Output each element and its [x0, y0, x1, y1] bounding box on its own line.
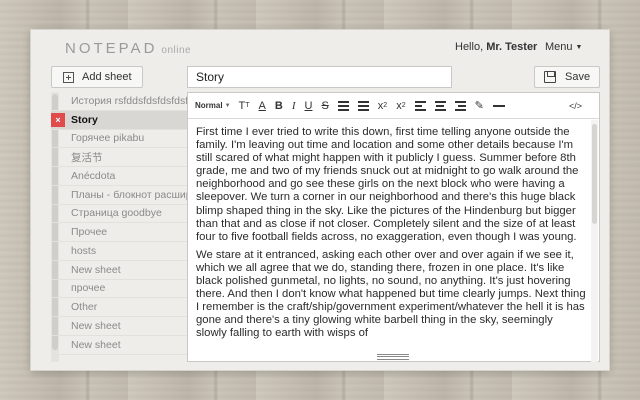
editor-paragraph: First time I ever tried to write this do… [196, 126, 579, 243]
align-left-button[interactable] [414, 98, 426, 114]
sheet-label: Планы - блокнот расшир [71, 188, 188, 201]
unordered-list-icon [357, 100, 369, 111]
sheet-label: Прочее [71, 226, 108, 239]
sheet-label: hosts [71, 244, 97, 257]
editor-paragraph: We stare at it entranced, asking each ot… [196, 248, 586, 340]
ordered-list-icon [337, 100, 349, 111]
highlighter-icon: ✎ [474, 100, 484, 112]
align-center-button[interactable] [434, 98, 446, 114]
sheet-label: Горячее pikabu [71, 132, 145, 145]
sheet-list-item[interactable]: New sheet [51, 317, 188, 336]
sheet-list-item[interactable]: Планы - блокнот расшир [51, 186, 188, 205]
strikethrough-button[interactable]: S [321, 98, 328, 114]
sheet-list-item[interactable]: Страница goodbye [51, 205, 188, 224]
sheet-list-item[interactable]: История rsfddsfdsfdsfdsf [51, 92, 188, 111]
sheet-list-item[interactable]: New sheet [51, 336, 188, 355]
font-size-sub-icon: T [245, 102, 250, 109]
sheet-list: История rsfddsfdsfdsfdsf × Story Горячее pi… [51, 92, 188, 355]
sheet-list-item[interactable]: × Story [51, 110, 188, 130]
bold-icon: B [274, 99, 283, 112]
italic-icon: I [291, 99, 296, 112]
underline-button[interactable]: U [305, 98, 313, 114]
unordered-list-button[interactable] [357, 98, 369, 114]
strikethrough-icon: S [321, 99, 329, 112]
notepad-window: NOTEPAD online Hello, Mr. Tester Menu ▼ Ad… [31, 30, 609, 370]
app-logo: NOTEPAD online [65, 40, 191, 57]
editor-scrollbar[interactable] [591, 120, 598, 362]
sheet-label: Anécdota [71, 169, 116, 182]
sheet-label: New sheet [71, 263, 121, 276]
sheet-label: Other [71, 301, 98, 314]
sheet-label: История rsfddsfdsfdsfdsf [71, 94, 188, 107]
sheet-label: прочее [71, 282, 106, 295]
format-select[interactable]: Normal ▼ [195, 98, 231, 114]
editor: Normal ▼ TT A B I U S x2 x2 ✎ </> First t… [187, 92, 600, 362]
subscript-mark: 2 [383, 102, 388, 109]
font-color-button[interactable]: A [259, 98, 266, 114]
add-sheet-button[interactable]: Add sheet [51, 66, 143, 88]
save-label: Save [565, 71, 591, 83]
ordered-list-button[interactable] [337, 98, 349, 114]
horizontal-rule-icon [492, 104, 505, 107]
sheet-title-input[interactable] [187, 66, 452, 88]
sheet-list-item[interactable]: Горячее pikabu [51, 130, 188, 149]
sheet-label: New sheet [71, 338, 121, 351]
caret-down-icon: ▼ [575, 44, 583, 51]
font-color-icon: A [258, 99, 266, 112]
save-button[interactable]: Save [534, 66, 600, 88]
greeting-text: Hello, [455, 41, 484, 53]
align-left-icon [414, 100, 426, 111]
delete-sheet-icon[interactable]: × [51, 112, 65, 127]
editor-content[interactable]: First time I ever tried to write this do… [196, 126, 586, 353]
sheet-list-item[interactable]: New sheet [51, 261, 188, 280]
sheet-label: New sheet [71, 319, 121, 332]
menu-button[interactable]: Menu ▼ [545, 41, 582, 53]
underline-icon: U [304, 99, 313, 112]
sheet-label: 复活节 [71, 151, 103, 164]
logo-sub: online [161, 45, 192, 56]
add-sheet-label: Add sheet [82, 71, 132, 83]
format-select-value: Normal [195, 101, 223, 110]
sheet-label: Story [71, 113, 98, 126]
sheet-list-item[interactable]: Other [51, 298, 188, 317]
superscript-mark: 2 [401, 102, 406, 109]
font-size-icon: T [238, 99, 246, 112]
top-bar: NOTEPAD online Hello, Mr. Tester Menu ▼ [31, 30, 609, 62]
italic-button[interactable]: I [292, 98, 296, 114]
align-right-icon [454, 100, 466, 111]
source-code-button[interactable]: </> [569, 98, 582, 114]
sheet-sidebar: История rsfddsfdsfdsfdsf × Story Горячее pi… [51, 92, 188, 362]
resize-handle[interactable] [377, 354, 409, 360]
format-toolbar: Normal ▼ TT A B I U S x2 x2 ✎ </> [188, 93, 599, 119]
logo-main: NOTEPAD [65, 40, 158, 57]
bold-button[interactable]: B [275, 98, 283, 114]
editor-scroll-thumb[interactable] [592, 124, 597, 224]
subscript-button[interactable]: x2 [378, 98, 387, 114]
align-right-button[interactable] [454, 98, 466, 114]
plus-square-icon [63, 71, 74, 83]
highlight-button[interactable]: ✎ [475, 98, 484, 114]
align-center-icon [434, 100, 446, 111]
user-name: Mr. Tester [486, 41, 538, 53]
font-size-button[interactable]: TT [239, 98, 250, 114]
sheet-list-item[interactable]: 复活节 [51, 148, 188, 167]
floppy-disk-icon [544, 71, 556, 83]
user-greeting: Hello, Mr. Tester [455, 41, 537, 53]
code-icon: </> [568, 101, 582, 111]
chevron-down-icon: ▼ [224, 102, 231, 109]
menu-label: Menu [545, 41, 573, 53]
sheet-list-item[interactable]: Anécdota [51, 167, 188, 186]
sheet-list-item[interactable]: hosts [51, 242, 188, 261]
superscript-button[interactable]: x2 [396, 98, 405, 114]
sheet-list-item[interactable]: Прочее [51, 223, 188, 242]
sheet-label: Страница goodbye [71, 207, 162, 220]
horizontal-rule-button[interactable] [492, 98, 505, 114]
sheet-list-item[interactable]: прочее [51, 280, 188, 299]
